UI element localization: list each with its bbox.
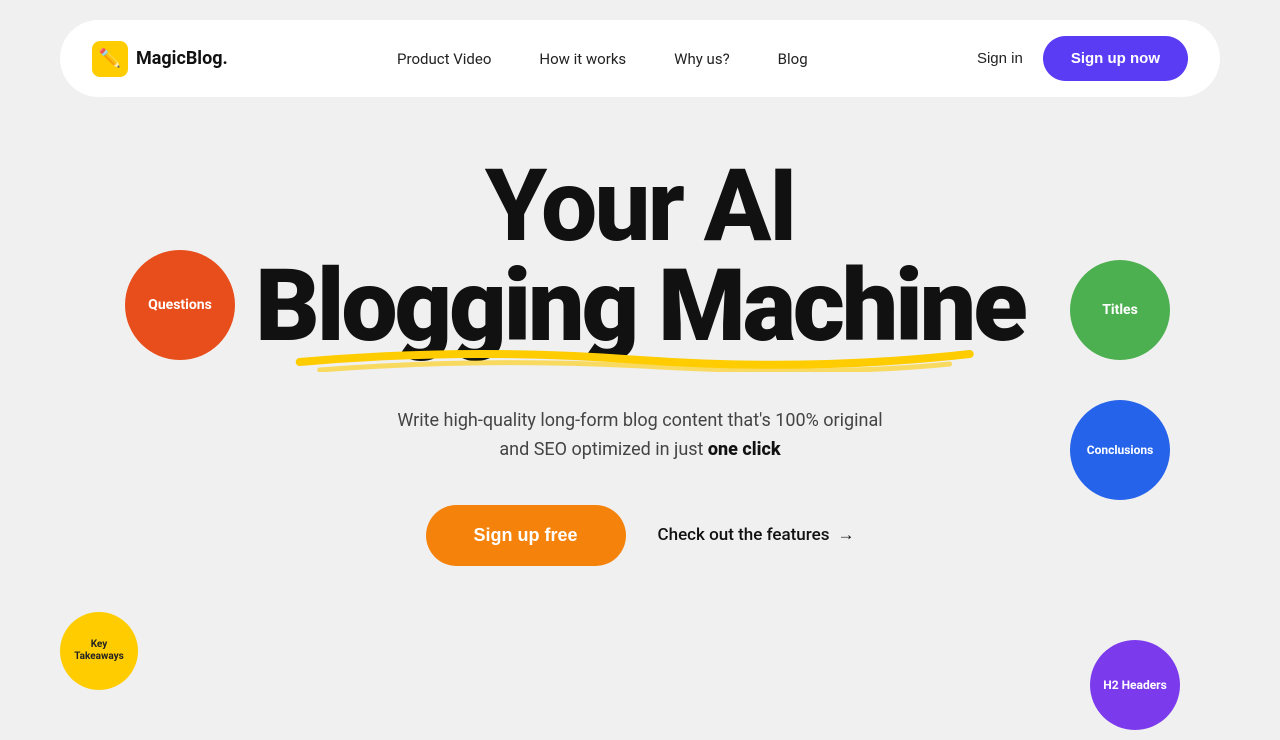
hero-actions: Sign up free Check out the features →: [426, 505, 855, 566]
nav-actions: Sign in Sign up now: [977, 36, 1188, 81]
logo-text: MagicBlog.: [136, 48, 228, 69]
bubble-conclusions: Conclusions: [1070, 400, 1170, 500]
logo-icon: ✏️: [92, 41, 128, 77]
hero-title: Your AI Blogging Machine: [255, 157, 1024, 357]
nav-product-video[interactable]: Product Video: [397, 50, 491, 68]
nav-blog[interactable]: Blog: [778, 50, 808, 68]
nav-how-it-works[interactable]: How it works: [539, 50, 626, 68]
bubble-key-takeaways: Key Takeaways: [60, 612, 138, 690]
bubble-questions: Questions: [125, 250, 235, 360]
bubble-titles: Titles: [1070, 260, 1170, 360]
sign-in-button[interactable]: Sign in: [977, 50, 1023, 67]
hero-subtitle: Write high-quality long-form blog conten…: [397, 407, 882, 465]
logo[interactable]: ✏️ MagicBlog.: [92, 41, 228, 77]
signup-free-button[interactable]: Sign up free: [426, 505, 626, 566]
navbar: ✏️ MagicBlog. Product Video How it works…: [60, 20, 1220, 97]
sign-up-now-button[interactable]: Sign up now: [1043, 36, 1188, 81]
hero-section: Your AI Blogging Machine Write high-qual…: [0, 157, 1280, 566]
nav-why-us[interactable]: Why us?: [674, 50, 730, 68]
bubble-h2-headers: H2 Headers: [1090, 640, 1180, 730]
nav-links: Product Video How it works Why us? Blog: [397, 50, 808, 68]
check-features-link[interactable]: Check out the features →: [658, 525, 855, 545]
title-underline: [255, 342, 1024, 372]
hero-title-line2: Blogging Machine: [255, 257, 1024, 357]
hero-title-line1: Your AI: [255, 157, 1024, 257]
